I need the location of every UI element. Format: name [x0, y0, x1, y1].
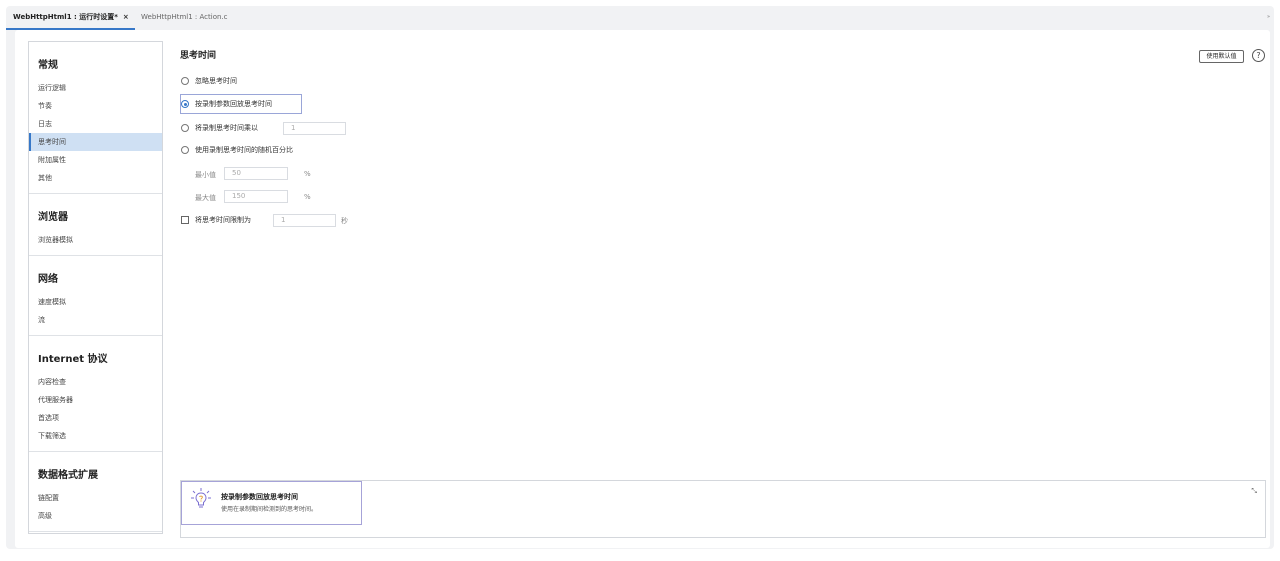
- help-icon[interactable]: ?: [1252, 49, 1265, 62]
- sidebar-item-additional-attributes[interactable]: 附加属性: [29, 151, 162, 169]
- sidebar-item-log[interactable]: 日志: [29, 115, 162, 133]
- use-default-button[interactable]: 使用默认值: [1199, 50, 1244, 63]
- min-value-label: 最小值: [195, 171, 216, 179]
- sidebar-section-internet-protocol: Internet 协议 内容检查 代理服务器 首选项 下载筛选: [29, 336, 162, 452]
- settings-sidebar: 常规 运行逻辑 节奏 日志 思考时间 附加属性 其他 浏览器 浏览器模拟 网络 …: [28, 41, 163, 534]
- sidebar-item-speed-simulation[interactable]: 速度模拟: [29, 293, 162, 311]
- percent-unit: %: [304, 170, 311, 178]
- radio-button[interactable]: [181, 146, 189, 154]
- sidebar-section-title: 数据格式扩展: [38, 470, 98, 481]
- sidebar-item-run-logic[interactable]: 运行逻辑: [29, 79, 162, 97]
- min-value-input[interactable]: 50: [224, 167, 288, 180]
- multiply-factor-input[interactable]: 1: [283, 122, 346, 135]
- editor-window: WebHttpHtml1 : 运行时设置* × WebHttpHtml1 : Ac…: [6, 6, 1274, 549]
- limit-seconds-input[interactable]: 1: [273, 214, 336, 227]
- tab-action-c[interactable]: WebHttpHtml1 : Action.c: [141, 6, 228, 30]
- tab-label: WebHttpHtml1 : Action.c: [141, 13, 228, 21]
- sidebar-item-think-time[interactable]: 思考时间: [29, 133, 162, 151]
- sidebar-item-preferences[interactable]: 首选项: [29, 409, 162, 427]
- checkbox[interactable]: [181, 216, 189, 224]
- option-label: 按录制参数回放思考时间: [195, 100, 272, 108]
- sidebar-section-browser: 浏览器 浏览器模拟: [29, 194, 162, 256]
- option-random-percentage[interactable]: 使用录制思考时间的随机百分比: [181, 144, 293, 156]
- sidebar-item-streams[interactable]: 流: [29, 311, 162, 329]
- sidebar-item-misc[interactable]: 其他: [29, 169, 162, 187]
- info-title: 按录制参数回放思考时间: [221, 493, 298, 501]
- sidebar-section-title: 网络: [38, 274, 58, 285]
- page-title: 思考时间: [180, 51, 217, 61]
- collapse-icon[interactable]: ⤡: [1251, 487, 1257, 496]
- option-multiply-think-time[interactable]: 将录制思考时间乘以: [181, 122, 258, 134]
- sidebar-item-browser-emulation[interactable]: 浏览器模拟: [29, 231, 162, 249]
- sidebar-section-title: Internet 协议: [38, 354, 108, 365]
- think-time-settings: 思考时间 使用默认值 ? 忽略思考时间 按录制参数回放思考时间 将录制思考时间乘…: [175, 30, 1266, 548]
- percent-unit: %: [304, 193, 311, 201]
- tab-label: WebHttpHtml1 : 运行时设置*: [13, 13, 118, 21]
- info-description: 使用在录制期间检测到的思考时间。: [221, 506, 318, 513]
- tab-overflow-icon[interactable]: »: [1267, 14, 1270, 20]
- sidebar-item-content-check[interactable]: 内容检查: [29, 373, 162, 391]
- option-label: 将思考时间限制为: [195, 216, 251, 224]
- option-label: 使用录制思考时间的随机百分比: [195, 146, 293, 154]
- sidebar-section-general: 常规 运行逻辑 节奏 日志 思考时间 附加属性 其他: [29, 42, 162, 194]
- option-label: 将录制思考时间乘以: [195, 124, 258, 132]
- sidebar-item-download-filters[interactable]: 下载筛选: [29, 427, 162, 445]
- option-label: 忽略思考时间: [195, 77, 237, 85]
- max-value-input[interactable]: 150: [224, 190, 288, 203]
- settings-panel: 常规 运行逻辑 节奏 日志 思考时间 附加属性 其他 浏览器 浏览器模拟 网络 …: [15, 30, 1270, 548]
- sidebar-section-data-format: 数据格式扩展 链配置 高级: [29, 452, 162, 532]
- seconds-unit: 秒: [341, 217, 348, 225]
- sidebar-section-title: 常规: [38, 60, 58, 71]
- radio-button[interactable]: [181, 77, 189, 85]
- radio-button-selected[interactable]: [181, 100, 189, 108]
- lightbulb-icon: [191, 488, 211, 508]
- tab-runtime-settings[interactable]: WebHttpHtml1 : 运行时设置* ×: [6, 6, 135, 30]
- sidebar-item-pacing[interactable]: 节奏: [29, 97, 162, 115]
- option-limit-think-time[interactable]: 将思考时间限制为: [181, 214, 251, 226]
- sidebar-section-network: 网络 速度模拟 流: [29, 256, 162, 336]
- option-ignore-think-time[interactable]: 忽略思考时间: [181, 75, 237, 87]
- tab-bar: WebHttpHtml1 : 运行时设置* × WebHttpHtml1 : Ac…: [6, 6, 1274, 30]
- info-card: 按录制参数回放思考时间 使用在录制期间检测到的思考时间。: [181, 481, 362, 525]
- sidebar-item-chain-config[interactable]: 链配置: [29, 489, 162, 507]
- max-value-label: 最大值: [195, 194, 216, 202]
- info-panel: 按录制参数回放思考时间 使用在录制期间检测到的思考时间。 ⤡: [180, 480, 1266, 538]
- sidebar-item-proxy[interactable]: 代理服务器: [29, 391, 162, 409]
- close-icon[interactable]: ×: [123, 13, 129, 21]
- radio-button[interactable]: [181, 124, 189, 132]
- sidebar-item-advanced[interactable]: 高级: [29, 507, 162, 525]
- option-replay-think-time[interactable]: 按录制参数回放思考时间: [181, 98, 272, 110]
- sidebar-section-title: 浏览器: [38, 212, 68, 223]
